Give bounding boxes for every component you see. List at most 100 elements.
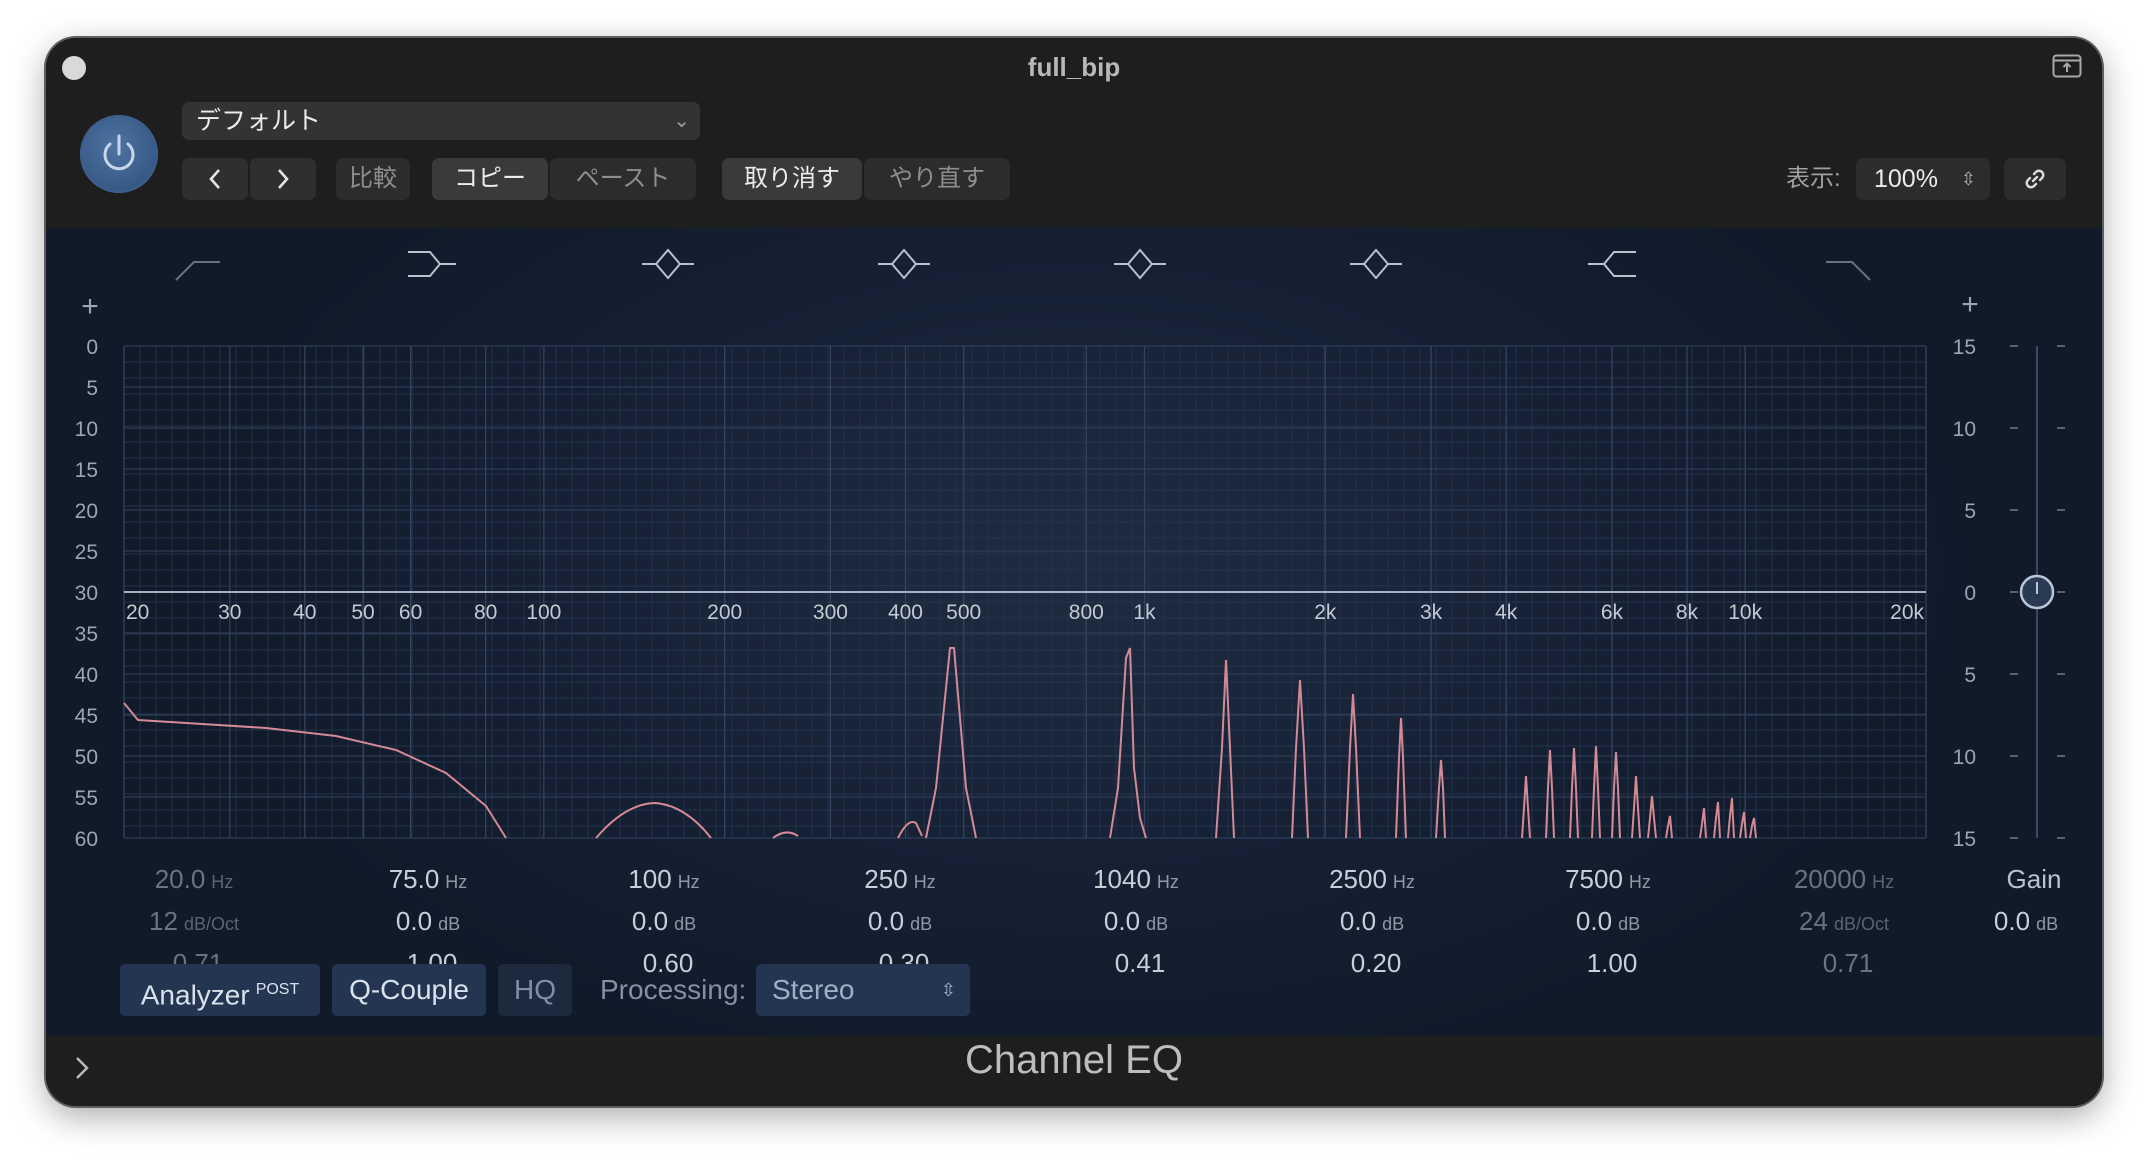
gain-scale-label: 15	[1953, 336, 1976, 359]
band-gain-value[interactable]: 0.0 dB	[1576, 906, 1640, 936]
preset-dropdown[interactable]: デフォルト ⌄	[182, 102, 700, 140]
band-q-value[interactable]: 0.71	[1823, 948, 1874, 978]
processing-label: Processing:	[600, 974, 747, 1005]
picture-in-picture-icon[interactable]	[2052, 54, 2082, 78]
band-frequency-value[interactable]: 20.0 Hz	[155, 864, 234, 894]
bell-icon[interactable]	[1114, 248, 1166, 280]
spectrum-trace	[123, 702, 507, 839]
band-gain-value[interactable]: 0.0 dB	[1104, 906, 1168, 936]
spectrum-trace	[1647, 795, 1657, 839]
frequency-label: 20	[126, 601, 149, 624]
frequency-label: 30	[218, 601, 241, 624]
spectrum-trace	[1215, 659, 1235, 839]
plugin-window: full_bip デフォルト ⌄ 比較 コピー ペースト 取り消す やり直す 表…	[46, 38, 2102, 1106]
compare-button[interactable]: 比較	[336, 158, 410, 200]
band-q-value[interactable]: 1.00	[1587, 948, 1638, 978]
low-cut-icon[interactable]	[175, 261, 220, 281]
bell-icon[interactable]	[642, 248, 694, 280]
low-cut-icon-shape	[175, 261, 220, 281]
processing-selector[interactable]: Stereo ⇳	[756, 964, 970, 1016]
band-frequency-value[interactable]: 100 Hz	[628, 864, 699, 894]
analyzer-label: Analyzer	[140, 979, 250, 1011]
spectrum-trace	[1291, 679, 1309, 839]
frequency-label: 100	[526, 601, 561, 624]
band-frequency-value[interactable]: 1040 Hz	[1093, 864, 1179, 894]
analyzer-post-label: POST	[255, 981, 300, 998]
chevron-down-icon: ⌄	[673, 110, 690, 132]
chevron-left-icon	[209, 169, 220, 189]
hq-button[interactable]: HQ	[498, 964, 572, 1016]
band-q-value[interactable]: 0.20	[1351, 948, 1402, 978]
gain-scale-label: 10	[1953, 418, 1976, 441]
frequency-label: 3k	[1420, 601, 1443, 624]
frequency-label: 40	[293, 601, 316, 624]
band-gain-value[interactable]: 0.0 dB	[396, 906, 460, 936]
link-button[interactable]	[2004, 158, 2066, 200]
next-preset-button[interactable]	[250, 158, 316, 200]
band-q-value[interactable]: 0.41	[1115, 948, 1166, 978]
previous-preset-button[interactable]	[182, 158, 248, 200]
copy-button[interactable]: コピー	[432, 158, 548, 200]
gain-scale-label: 0	[1964, 582, 1976, 605]
band-gain-value[interactable]: 12 dB/Oct	[149, 906, 239, 936]
gain-scale-label: 10	[1953, 746, 1976, 769]
analyzer-scale-label: 40	[75, 664, 98, 687]
frequency-label: 20k	[1890, 601, 1924, 624]
zoom-selector[interactable]: 100% ⇳	[1856, 158, 1990, 200]
spectrum-trace	[1727, 797, 1735, 839]
analyzer-button[interactable]: Analyzer POST	[120, 964, 320, 1016]
master-gain-value[interactable]: 0.0 dB	[1994, 906, 2058, 936]
analyzer-scale-label: 30	[75, 582, 98, 605]
spectrum-trace	[1631, 775, 1641, 839]
analyzer-scale-label: 50	[75, 746, 98, 769]
undo-button[interactable]: 取り消す	[722, 158, 862, 200]
frequency-label: 6k	[1601, 601, 1624, 624]
low-shelf-icon[interactable]	[408, 251, 456, 277]
zoom-value: 100%	[1874, 165, 1938, 193]
frequency-label: 60	[399, 601, 422, 624]
bell-icon-shape	[1350, 248, 1402, 280]
up-down-icon: ⇳	[940, 980, 956, 1000]
power-button[interactable]	[80, 115, 158, 193]
spectrum-trace	[1749, 817, 1757, 839]
band-frequency-value[interactable]: 7500 Hz	[1565, 864, 1651, 894]
band-gain-value[interactable]: 0.0 dB	[868, 906, 932, 936]
frequency-label: 50	[351, 601, 374, 624]
frequency-label: 8k	[1676, 601, 1699, 624]
eq-graph[interactable]: 0510152025303540455055601510505101520 30 4…	[46, 228, 2102, 1036]
link-icon	[2025, 169, 2045, 189]
window-title: full_bip	[1027, 52, 1121, 82]
bell-icon-shape	[642, 248, 694, 280]
eq-display[interactable]: 0 5 10 15 20 25 30 35 40 45 50 55 60 15 10 5 0 5 10 15 20 30 4…	[46, 228, 2102, 1036]
analyzer-scale-label: 25	[75, 541, 98, 564]
power-icon	[103, 134, 135, 171]
add-band-left-button[interactable]: +	[81, 290, 99, 323]
spectrum-trace	[1713, 801, 1721, 839]
band-gain-value[interactable]: 0.0 dB	[1340, 906, 1404, 936]
band-frequency-value[interactable]: 75.0 Hz	[389, 864, 468, 894]
q-couple-button[interactable]: Q-Couple	[332, 964, 486, 1016]
redo-button[interactable]: やり直す	[864, 158, 1010, 200]
high-cut-icon[interactable]	[1826, 261, 1871, 281]
analyzer-scale-label: 35	[75, 623, 98, 646]
footer-bar: Channel EQ	[46, 1036, 2102, 1106]
low-shelf-icon-shape	[408, 251, 456, 277]
band-gain-value[interactable]: 0.0 dB	[632, 906, 696, 936]
spectrum-trace	[1521, 775, 1531, 839]
preset-value: デフォルト	[196, 107, 322, 135]
band-frequency-value[interactable]: 250 Hz	[864, 864, 935, 894]
band-frequency-value[interactable]: 2500 Hz	[1329, 864, 1415, 894]
high-shelf-icon[interactable]	[1588, 251, 1636, 277]
add-band-right-button[interactable]: +	[1961, 288, 1979, 321]
frequency-label: 80	[474, 601, 497, 624]
analyzer-scale-label: 0	[86, 336, 98, 359]
band-gain-value[interactable]: 24 dB/Oct	[1799, 906, 1889, 936]
paste-button[interactable]: ペースト	[550, 158, 696, 200]
bell-icon[interactable]	[878, 248, 930, 280]
analyzer-scale-label: 15	[75, 459, 98, 482]
band-frequency-value[interactable]: 20000 Hz	[1794, 864, 1894, 894]
spectrum-trace	[897, 821, 923, 839]
bell-icon[interactable]	[1350, 248, 1402, 280]
frequency-label: 400	[888, 601, 923, 624]
high-shelf-icon-shape	[1588, 251, 1636, 277]
